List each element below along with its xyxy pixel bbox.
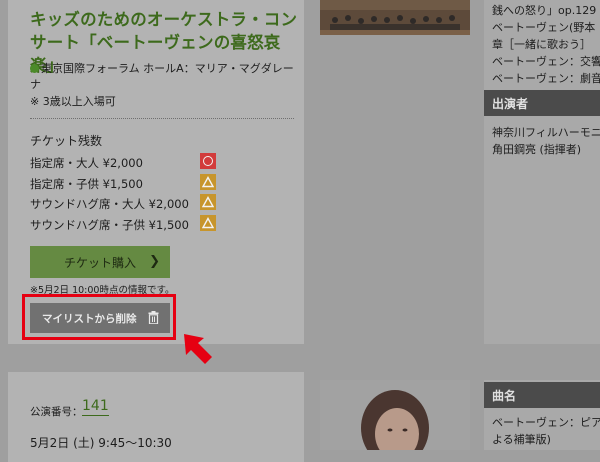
ticket-label: 指定席・子供 ¥1,500	[30, 177, 143, 191]
performance-number[interactable]: 141	[82, 398, 109, 416]
tickets-remaining-title: チケット残数	[30, 134, 103, 148]
ticket-label: サウンドハグ席・子供 ¥1,500	[30, 218, 189, 232]
divider	[30, 118, 294, 119]
program-line: ベートーヴェン：劇音	[492, 72, 600, 85]
few-left-triangle-icon	[200, 174, 216, 190]
program-line: ベートーヴェン：交響	[492, 55, 600, 68]
few-left-triangle-icon	[200, 194, 216, 210]
orchestra-photo	[320, 0, 470, 35]
ticket-row: サウンドハグ席・子供 ¥1,500	[30, 215, 220, 233]
performer-line: 角田鋼亮 (指揮者)	[492, 143, 582, 156]
ticket-row: 指定席・子供 ¥1,500	[30, 174, 220, 192]
program-line: 章［一緒に歌おう］	[492, 38, 591, 51]
venue-dot-icon	[30, 64, 39, 73]
chevron-right-icon: ❯	[149, 254, 160, 269]
performance-number-label: 公演番号：	[30, 406, 83, 418]
program-line: ベートーヴェン(野本	[492, 21, 596, 34]
highlight-frame	[22, 294, 176, 340]
ticket-row: サウンドハグ席・大人 ¥2,000	[30, 194, 220, 212]
piece-line: ベートーヴェン：ピア	[492, 416, 600, 429]
ticket-row: 指定席・大人 ¥2,000	[30, 153, 220, 171]
buy-ticket-button[interactable]: チケット購入 ❯	[30, 246, 170, 278]
pieces-header: 曲名	[484, 382, 600, 408]
pieces-header-label: 曲名	[492, 389, 517, 403]
venue-text: 東京国際フォーラム ホールA：マリア・マグダレーナ	[30, 62, 294, 91]
pointer-arrow-icon	[184, 334, 212, 364]
venue-info: 東京国際フォーラム ホールA：マリア・マグダレーナ	[30, 61, 300, 93]
age-note: ※ 3歳以上入場可	[30, 95, 116, 108]
performer-line: 神奈川フィルハーモニ	[492, 126, 600, 139]
ticket-label: 指定席・大人 ¥2,000	[30, 156, 143, 170]
program-line: 銭への怒り」op.129	[492, 4, 597, 17]
performers-header: 出演者	[484, 90, 600, 116]
performers-header-label: 出演者	[492, 97, 529, 111]
piece-line: よる補筆版)	[492, 433, 551, 446]
performer-photo	[320, 380, 470, 450]
ticket-label: サウンドハグ席・大人 ¥2,000	[30, 197, 189, 211]
few-left-triangle-icon	[200, 215, 216, 231]
performance-date: 5月2日 (土) 9:45〜10:30	[30, 436, 172, 450]
title-cut-line	[30, 0, 85, 8]
available-circle-icon	[200, 153, 216, 169]
